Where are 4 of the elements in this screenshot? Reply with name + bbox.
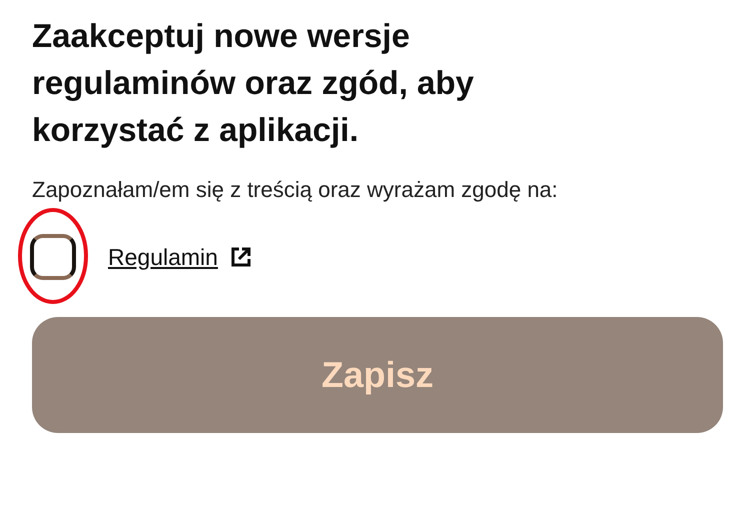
heading: Zaakceptuj nowe wersje regulaminów oraz zgód, aby korzystać z aplikacji. <box>32 16 475 150</box>
intro-text: Zapoznałam/em się z treścią oraz wyrażam zgodę na: <box>32 176 559 204</box>
terms-link[interactable]: Regulamin <box>108 244 252 270</box>
checkbox[interactable] <box>30 234 76 280</box>
